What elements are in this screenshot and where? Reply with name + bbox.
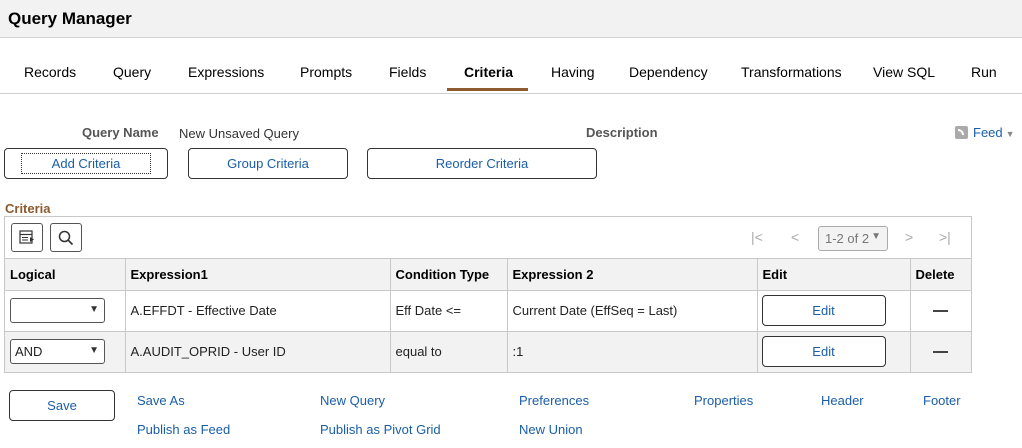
tab-dependency[interactable]: Dependency — [629, 64, 708, 80]
table-row: AND ▼ A.AUDIT_OPRID - User ID equal to :… — [5, 331, 971, 372]
expression1-cell: A.EFFDT - Effective Date — [125, 290, 391, 332]
tab-view-sql[interactable]: View SQL — [873, 64, 935, 80]
row-range-text: 1-2 of 2 — [825, 231, 870, 246]
grid-settings-icon — [19, 230, 34, 244]
first-page-icon[interactable]: |< — [751, 229, 763, 245]
new-query-link[interactable]: New Query — [320, 393, 385, 408]
edit-cell: Edit — [757, 331, 911, 372]
active-tab-indicator — [447, 88, 528, 91]
criteria-grid: |< < 1-2 of 2 ▼ > >| Logical Expression1… — [4, 216, 972, 373]
logical-select[interactable]: ▼ — [10, 298, 105, 323]
tab-having[interactable]: Having — [551, 64, 595, 80]
expression2-cell: :1 — [507, 331, 758, 372]
header-link[interactable]: Header — [821, 393, 864, 408]
tab-run[interactable]: Run — [971, 64, 997, 80]
logical-select[interactable]: AND ▼ — [10, 339, 105, 365]
column-header-expression2: Expression 2 — [507, 259, 758, 291]
logical-cell: ▼ — [5, 290, 126, 332]
tab-prompts[interactable]: Prompts — [300, 64, 352, 80]
grid-toolbar: |< < 1-2 of 2 ▼ > >| — [5, 217, 971, 259]
feed-menu[interactable]: Feed ▼ — [955, 125, 1015, 140]
page-header: Query Manager — [0, 0, 1022, 38]
feed-label: Feed — [973, 125, 1003, 140]
column-header-logical: Logical — [5, 259, 126, 291]
column-header-condition-type: Condition Type — [390, 259, 508, 291]
add-criteria-button[interactable]: Add Criteria — [4, 148, 168, 179]
tab-fields[interactable]: Fields — [389, 64, 426, 80]
tab-transformations[interactable]: Transformations — [741, 64, 842, 80]
criteria-section-title: Criteria — [5, 201, 51, 216]
tab-records[interactable]: Records — [24, 64, 76, 80]
rss-feed-icon — [955, 126, 968, 139]
delete-cell — [910, 290, 971, 332]
description-label: Description — [586, 125, 658, 140]
properties-link[interactable]: Properties — [694, 393, 753, 408]
caret-down-icon: ▼ — [1005, 129, 1015, 139]
delete-cell — [910, 331, 971, 372]
tab-query[interactable]: Query — [113, 64, 151, 80]
chevron-down-icon: ▼ — [89, 345, 99, 357]
preferences-link[interactable]: Preferences — [519, 393, 589, 408]
delete-row-icon[interactable] — [933, 309, 949, 312]
condition-type-cell: equal to — [390, 331, 508, 372]
next-page-icon[interactable]: > — [905, 229, 913, 245]
chevron-down-icon: ▼ — [871, 231, 881, 242]
tab-expressions[interactable]: Expressions — [188, 64, 264, 80]
footer-link[interactable]: Footer — [923, 393, 961, 408]
query-name-value: New Unsaved Query — [179, 126, 299, 141]
expression1-cell: A.AUDIT_OPRID - User ID — [125, 331, 391, 372]
previous-page-icon[interactable]: < — [791, 229, 799, 245]
delete-row-icon[interactable] — [933, 350, 949, 353]
tab-bar: Records Query Expressions Prompts Fields… — [0, 38, 1022, 94]
edit-button[interactable]: Edit — [761, 295, 886, 326]
group-criteria-button[interactable]: Group Criteria — [188, 148, 348, 179]
row-range-select[interactable]: 1-2 of 2 ▼ — [818, 226, 888, 251]
condition-type-cell: Eff Date <= — [390, 290, 508, 332]
new-union-link[interactable]: New Union — [519, 422, 583, 437]
save-button[interactable]: Save — [9, 390, 115, 421]
criteria-table: Logical Expression1 Condition Type Expre… — [5, 259, 971, 372]
last-page-icon[interactable]: >| — [939, 229, 951, 245]
query-name-label: Query Name — [82, 125, 159, 140]
column-header-delete: Delete — [910, 259, 971, 291]
table-row: ▼ A.EFFDT - Effective Date Eff Date <= C… — [5, 290, 971, 332]
logical-value: AND — [15, 344, 43, 360]
column-header-edit: Edit — [757, 259, 911, 291]
save-as-link[interactable]: Save As — [137, 393, 185, 408]
tab-criteria[interactable]: Criteria — [464, 64, 513, 80]
page-title: Query Manager — [8, 9, 132, 28]
find-in-grid-button[interactable] — [50, 223, 82, 252]
add-criteria-label: Add Criteria — [20, 153, 152, 174]
column-header-expression1: Expression1 — [125, 259, 391, 291]
search-icon — [58, 230, 74, 245]
reorder-criteria-button[interactable]: Reorder Criteria — [367, 148, 597, 179]
edit-cell: Edit — [757, 290, 911, 332]
logical-cell: AND ▼ — [5, 331, 126, 372]
expression2-cell: Current Date (EffSeq = Last) — [507, 290, 758, 332]
chevron-down-icon: ▼ — [89, 304, 99, 315]
publish-as-feed-link[interactable]: Publish as Feed — [137, 422, 230, 437]
edit-button[interactable]: Edit — [761, 336, 886, 368]
personalize-grid-button[interactable] — [11, 223, 43, 252]
publish-as-pivot-grid-link[interactable]: Publish as Pivot Grid — [320, 422, 441, 437]
